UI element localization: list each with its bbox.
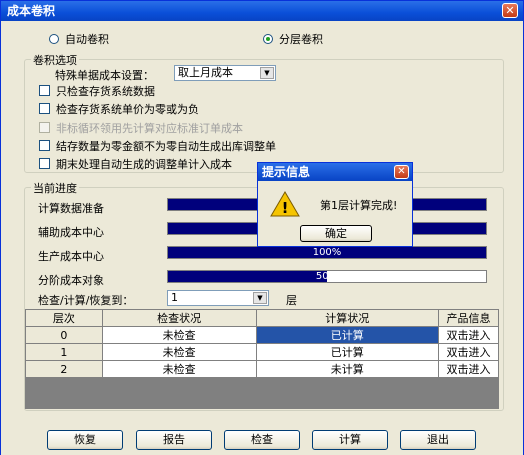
layer-table: 层次 检查状况 计算状况 产品信息 0 未检查 已计算 双击进入 1 未检查 已… [25,309,499,378]
chevron-down-icon: ▼ [253,292,267,304]
window-title: 成本卷积 [7,4,56,18]
checkbox-box-disabled [39,122,50,133]
window-close-button[interactable]: ✕ [502,3,518,18]
table-row[interactable]: 2 未检查 未计算 双击进入 [25,360,499,378]
check-to-select[interactable]: 1 ▼ [167,290,269,306]
option-label: 非标循环领用先计算对应标准订单成本 [56,122,243,135]
report-button[interactable]: 报告 [136,430,212,450]
dialog-titlebar: 提示信息 ✕ [258,163,412,181]
warning-icon: ! [270,191,300,217]
cell-check: 未检查 [101,343,257,361]
info-dialog: 提示信息 ✕ ! 第1层计算完成! 确定 [257,162,413,247]
window-titlebar: 成本卷积 ✕ [1,1,523,21]
calculate-button[interactable]: 计算 [312,430,388,450]
cell-calc[interactable]: 已计算 [255,343,440,361]
cell-calc[interactable]: 已计算 [255,326,440,344]
check-to-label: 检查/计算/恢复到： [38,294,134,307]
progress-bar-production-center: 100% [167,246,487,259]
option-label: 期末处理自动生成的调整单计入成本 [56,158,232,171]
progress-percent-text: 50% [315,271,339,282]
dialog-title: 提示信息 [262,165,311,179]
cell-info[interactable]: 双击进入 [438,360,499,378]
progress-label-aux-center: 辅助成本中心 [38,226,104,239]
option-period-end-adjust[interactable]: 期末处理自动生成的调整单计入成本 [39,156,232,172]
layer-suffix: 层 [286,294,297,307]
special-cost-select[interactable]: 取上月成本 ▼ [174,65,276,81]
dialog-ok-button[interactable]: 确定 [300,225,372,242]
check-to-value: 1 [171,291,178,304]
progress-bar-stage-object: 50% [167,270,487,283]
cell-check: 未检查 [101,360,257,378]
radio-layered-label: 分层卷积 [279,33,323,46]
dialog-close-button[interactable]: ✕ [394,165,409,179]
cell-level: 1 [25,343,103,361]
radio-auto-label: 自动卷积 [65,33,109,46]
cell-level: 2 [25,360,103,378]
option-label: 结存数量为零金额不为零自动生成出库调整单 [56,140,276,153]
special-cost-value: 取上月成本 [178,66,233,79]
option-label: 只检查存货系统数据 [56,85,155,98]
radio-layered-rollup[interactable]: 分层卷积 [263,31,323,47]
radio-auto-indicator [49,34,59,44]
progress-label-production-center: 生产成本中心 [38,250,104,263]
cell-level: 0 [25,326,103,344]
table-row[interactable]: 1 未检查 已计算 双击进入 [25,343,499,361]
header-calc-status: 计算状况 [255,309,440,327]
warning-glyph: ! [282,199,289,217]
checkbox-box [39,85,50,96]
chevron-down-icon: ▼ [260,67,274,79]
option-nonstandard-cycle: 非标循环领用先计算对应标准订单成本 [39,120,243,136]
cell-info[interactable]: 双击进入 [438,343,499,361]
option-check-inventory-only[interactable]: 只检查存货系统数据 [39,83,155,99]
check-button[interactable]: 检查 [224,430,300,450]
option-check-zero-price[interactable]: 检查存货系统单价为零或为负 [39,101,199,117]
progress-label-stage-object: 分阶成本对象 [38,274,104,287]
close-icon: ✕ [505,4,515,17]
dialog-message: 第1层计算完成! [320,199,398,212]
progress-percent-text: 100% [312,247,342,258]
cost-rollup-window: 成本卷积 ✕ 自动卷积 分层卷积 卷积选项 特殊单据成本设置： 取上月成本 ▼ … [0,0,524,455]
header-level: 层次 [25,309,103,327]
radio-auto-rollup[interactable]: 自动卷积 [49,31,109,47]
radio-layered-indicator [263,34,273,44]
cell-calc[interactable]: 未计算 [255,360,440,378]
option-zero-qty-adjust[interactable]: 结存数量为零金额不为零自动生成出库调整单 [39,138,276,154]
checkbox-box [39,158,50,169]
table-row[interactable]: 0 未检查 已计算 双击进入 [25,326,499,344]
checkbox-box [39,103,50,114]
close-icon: ✕ [397,166,406,177]
special-cost-label: 特殊单据成本设置： [55,69,154,82]
header-check-status: 检查状况 [101,309,257,327]
cell-check: 未检查 [101,326,257,344]
progress-label-prepare: 计算数据准备 [38,202,104,215]
restore-button[interactable]: 恢复 [47,430,123,450]
options-group-title: 卷积选项 [31,52,79,68]
header-product-info: 产品信息 [438,309,499,327]
option-label: 检查存货系统单价为零或为负 [56,103,199,116]
checkbox-box [39,140,50,151]
button-bar: 恢复 报告 检查 计算 退出 [1,425,523,455]
progress-group-title: 当前进度 [31,180,79,196]
exit-button[interactable]: 退出 [400,430,476,450]
table-header-row: 层次 检查状况 计算状况 产品信息 [25,309,499,327]
cell-info[interactable]: 双击进入 [438,326,499,344]
